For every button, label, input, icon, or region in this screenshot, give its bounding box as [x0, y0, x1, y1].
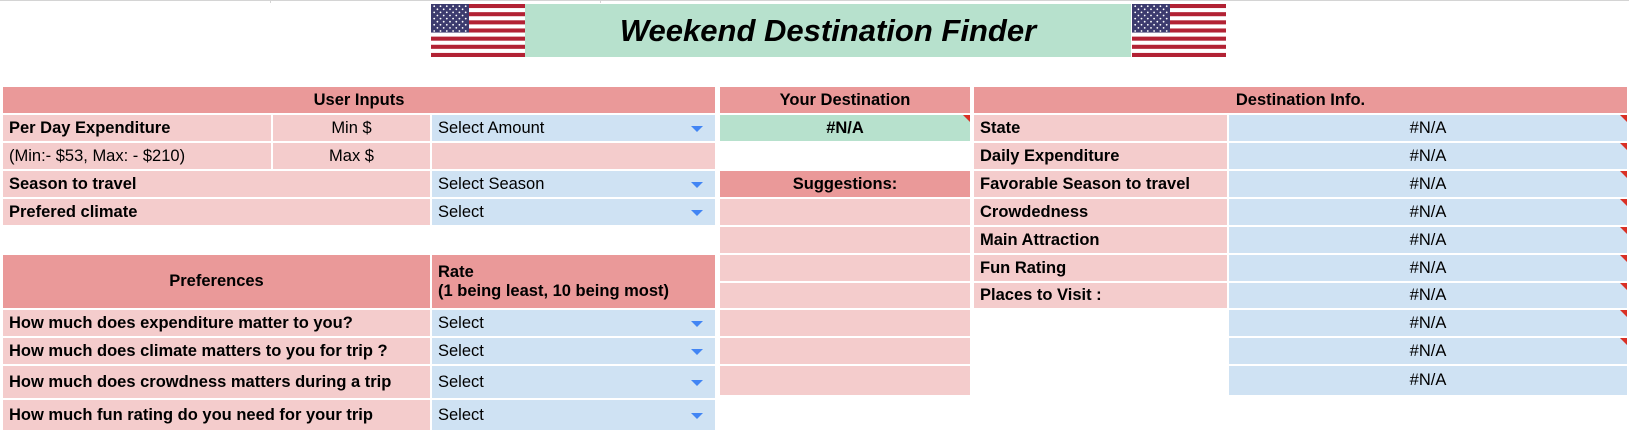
suggestion-cell[interactable]: [720, 227, 970, 253]
info-label-main-attraction: Main Attraction: [974, 227, 1227, 253]
info-value-main-attraction[interactable]: #N/A: [1229, 227, 1627, 253]
preference-rating-dropdown[interactable]: Select: [432, 310, 715, 336]
info-value-daily-expenditure[interactable]: #N/A: [1229, 143, 1627, 169]
destination-info-header: Destination Info.: [974, 87, 1627, 113]
preference-rating-dropdown[interactable]: Select: [432, 338, 715, 364]
preference-rating-dropdown[interactable]: Select: [432, 366, 715, 398]
suggestion-cell[interactable]: [720, 310, 970, 336]
min-amount-dropdown[interactable]: Select Amount: [432, 115, 715, 141]
info-value-state[interactable]: #N/A: [1229, 115, 1627, 141]
season-dropdown[interactable]: Select Season: [432, 171, 715, 197]
suggestion-cell[interactable]: [720, 338, 970, 364]
info-label-crowdedness: Crowdedness: [974, 199, 1227, 225]
preference-question: How much does crowdness matters during a…: [3, 366, 430, 398]
us-flag-icon: [431, 4, 525, 57]
suggestion-cell[interactable]: [720, 255, 970, 281]
destination-result[interactable]: #N/A: [720, 115, 970, 141]
info-value-crowdedness[interactable]: #N/A: [1229, 199, 1627, 225]
rate-header-title: Rate: [438, 262, 474, 281]
climate-label: Prefered climate: [3, 199, 430, 225]
info-value-places[interactable]: #N/A: [1229, 283, 1627, 308]
preference-rating-dropdown[interactable]: Select: [432, 400, 715, 430]
sheet-gridline: [600, 0, 601, 3]
info-value-season[interactable]: #N/A: [1229, 171, 1627, 197]
max-amount-cell[interactable]: [432, 143, 715, 169]
preferences-header: Preferences: [3, 255, 430, 308]
suggestion-cell[interactable]: [720, 199, 970, 225]
season-label: Season to travel: [3, 171, 430, 197]
preference-question: How much does expenditure matter to you?: [3, 310, 430, 336]
info-label-places: Places to Visit :: [974, 283, 1227, 308]
info-value-places-extra[interactable]: #N/A: [1229, 338, 1627, 364]
sheet-gridline: [270, 0, 271, 3]
expenditure-range-hint: (Min:- $53, Max: - $210): [3, 143, 271, 169]
min-amount-label: Min $: [273, 115, 430, 141]
preference-question: How much fun rating do you need for your…: [3, 400, 430, 430]
suggestion-cell[interactable]: [720, 283, 970, 308]
suggestions-header: Suggestions:: [720, 171, 970, 197]
rate-header-scale: (1 being least, 10 being most): [438, 281, 670, 300]
preference-question: How much does climate matters to you for…: [3, 338, 430, 364]
info-value-places-extra[interactable]: #N/A: [1229, 366, 1627, 395]
info-value-fun-rating[interactable]: #N/A: [1229, 255, 1627, 281]
your-destination-header: Your Destination: [720, 87, 970, 113]
rate-header: Rate (1 being least, 10 being most): [432, 255, 715, 308]
us-flag-icon: [1132, 4, 1226, 57]
info-value-places-extra[interactable]: #N/A: [1229, 310, 1627, 336]
info-label-daily-expenditure: Daily Expenditure: [974, 143, 1227, 169]
info-label-state: State: [974, 115, 1227, 141]
climate-dropdown[interactable]: Select: [432, 199, 715, 225]
per-day-expenditure-label: Per Day Expenditure: [3, 115, 271, 141]
info-label-fun-rating: Fun Rating: [974, 255, 1227, 281]
max-amount-label: Max $: [273, 143, 430, 169]
sheet-gridline: [0, 0, 1629, 1]
user-inputs-header: User Inputs: [3, 87, 715, 113]
info-label-season: Favorable Season to travel: [974, 171, 1227, 197]
suggestion-cell[interactable]: [720, 366, 970, 395]
page-title: Weekend Destination Finder: [525, 4, 1131, 57]
